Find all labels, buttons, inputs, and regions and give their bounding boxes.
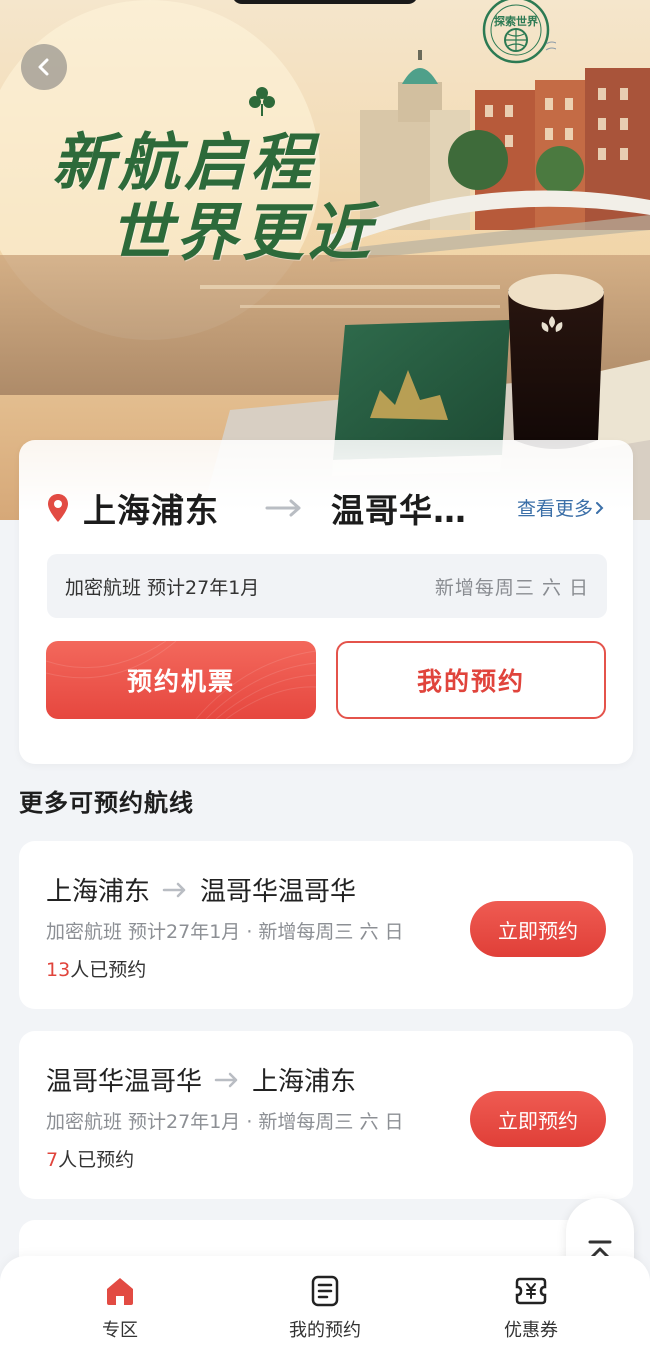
my-booking-button[interactable]: 我的预约 (336, 641, 606, 719)
booking-count-number: 13 (46, 959, 71, 981)
hero-slogan: 新航启程 世界更近 (52, 128, 374, 268)
book-ticket-button[interactable]: 预约机票 (46, 641, 316, 719)
back-button[interactable] (21, 44, 67, 90)
device-notch (232, 0, 418, 4)
book-now-button[interactable]: 立即预约 (470, 1091, 606, 1147)
route-from: 温哥华温哥华 (46, 1067, 203, 1097)
booking-count-suffix: 人已预约 (58, 1149, 135, 1171)
featured-route-card: 上海浦东 温哥华… 查看更多 加密航班 预计27年1月 新增每周三 六 日 预约… (19, 440, 633, 764)
book-now-button[interactable]: 立即预约 (470, 901, 606, 957)
route-card[interactable]: 上海浦东 温哥华温哥华 加密航班 预计27年1月 · 新增每周三 六 日 13人… (19, 841, 633, 1009)
tab-coupon-label: 优惠券 (504, 1320, 558, 1341)
booking-count-number: 7 (46, 1149, 59, 1171)
arrow-right-icon (162, 882, 186, 897)
booking-count-suffix: 人已预约 (70, 959, 147, 981)
flight-info-text: 加密航班 预计27年1月 (65, 576, 260, 599)
featured-route-header: 上海浦东 温哥华… 查看更多 (47, 486, 605, 530)
tab-coupon[interactable]: 优惠券 (461, 1274, 601, 1344)
to-city: 温哥华… (331, 491, 467, 530)
route-to: 温哥华温哥华 (200, 877, 357, 907)
booking-count: 7人已预约 (46, 1145, 134, 1172)
slogan-line-2: 世界更近 (110, 196, 375, 269)
booking-count: 13人已预约 (46, 955, 146, 982)
bottom-tab-bar: 专区 我的预约 优惠券 (0, 1256, 650, 1359)
view-more-link[interactable]: 查看更多 (517, 494, 605, 521)
tab-zone-label: 专区 (102, 1320, 138, 1341)
route-from: 上海浦东 (46, 877, 151, 907)
route-card[interactable]: 温哥华温哥华 上海浦东 加密航班 预计27年1月 · 新增每周三 六 日 7人已… (19, 1031, 633, 1199)
location-pin-icon (48, 494, 68, 522)
book-now-label: 立即预约 (498, 918, 578, 943)
route-detail: 加密航班 预计27年1月 · 新增每周三 六 日 (46, 921, 404, 943)
book-ticket-label: 预约机票 (126, 667, 235, 696)
book-now-label: 立即预约 (498, 1108, 578, 1133)
tab-zone[interactable]: 专区 (50, 1274, 190, 1344)
chevron-left-icon (38, 58, 49, 76)
route-title: 上海浦东 温哥华温哥华 (46, 871, 356, 908)
route-title: 温哥华温哥华 上海浦东 (46, 1061, 356, 1098)
stamp-logo: 探索世界 (482, 0, 556, 64)
section-title: 更多可预约航线 (19, 789, 194, 817)
slogan-line-1: 新航启程 (52, 126, 317, 199)
route-to: 上海浦东 (252, 1067, 357, 1097)
tab-my-booking-label: 我的预约 (289, 1320, 361, 1341)
arrow-right-icon (265, 499, 301, 517)
home-icon (107, 1278, 133, 1305)
document-icon (311, 1275, 339, 1307)
coupon-icon (515, 1277, 547, 1305)
tab-my-booking[interactable]: 我的预约 (255, 1274, 395, 1344)
svg-text:探索世界: 探索世界 (494, 14, 538, 28)
chevron-right-icon (596, 501, 604, 514)
flight-schedule-text: 新增每周三 六 日 (434, 576, 589, 599)
my-booking-label: 我的预约 (416, 667, 525, 696)
view-more-label: 查看更多 (516, 498, 593, 520)
flight-info-bar: 加密航班 预计27年1月 新增每周三 六 日 (47, 554, 607, 618)
arrow-right-icon (214, 1072, 238, 1087)
route-detail: 加密航班 预计27年1月 · 新增每周三 六 日 (46, 1111, 404, 1133)
from-city: 上海浦东 (83, 491, 219, 530)
